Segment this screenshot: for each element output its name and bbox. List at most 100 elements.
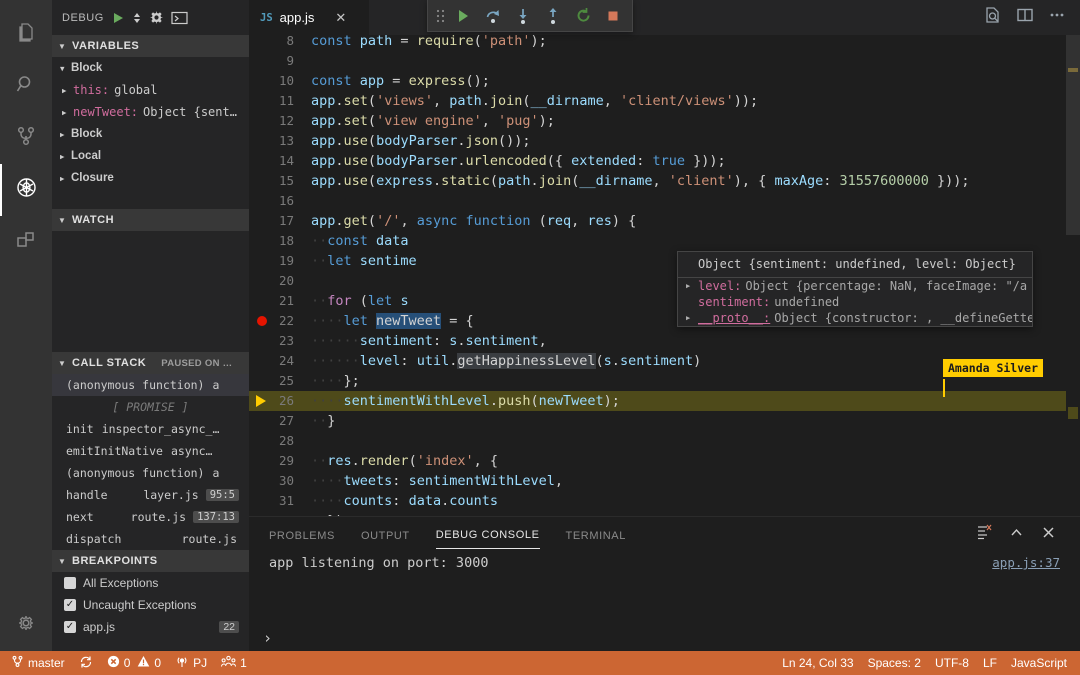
line-number-gutter[interactable]: 29 (249, 451, 311, 471)
call-stack-row[interactable]: init inspector_async_… (52, 418, 249, 440)
editor-tab-app-js[interactable]: JS app.js ✕ (249, 0, 369, 35)
code-line[interactable]: 29 ··res.render('index', { (249, 451, 1080, 471)
code-line[interactable]: 28 (249, 431, 1080, 451)
debug-config-dropdown[interactable] (132, 11, 142, 25)
line-number-gutter[interactable]: 20 (249, 271, 311, 291)
line-number-gutter[interactable]: 32 (249, 511, 311, 516)
status-eol[interactable]: LF (976, 651, 1004, 675)
call-stack-row[interactable]: next route.js 137:13 (52, 506, 249, 528)
checkbox-checked-icon[interactable]: ✓ (64, 599, 76, 611)
line-number-gutter[interactable]: 23 (249, 331, 311, 351)
line-number-gutter[interactable]: 22 (249, 311, 311, 331)
section-header-call-stack[interactable]: ▼ CALL STACK PAUSED ON … (52, 352, 249, 374)
line-number-gutter[interactable]: 31 (249, 491, 311, 511)
tab-output[interactable]: OUTPUT (361, 521, 410, 549)
activity-item-manage[interactable] (0, 599, 52, 651)
call-stack-row[interactable]: emitInitNative async… (52, 440, 249, 462)
stop-button[interactable] (598, 1, 628, 31)
activity-item-explorer[interactable] (0, 8, 52, 60)
activity-item-search[interactable] (0, 60, 52, 112)
chevron-right-icon[interactable]: ▶ (686, 282, 698, 290)
tab-problems[interactable]: PROBLEMS (269, 521, 335, 549)
chevron-right-icon[interactable]: ▶ (686, 314, 698, 322)
ellipsis-icon[interactable] (1048, 6, 1066, 29)
line-number-gutter[interactable]: 11 (249, 91, 311, 111)
minimap[interactable] (1066, 35, 1080, 516)
line-number-gutter[interactable]: 26 (249, 391, 311, 411)
activity-item-source-control[interactable] (0, 112, 52, 164)
activity-item-extensions[interactable] (0, 216, 52, 268)
split-editor-icon[interactable] (1016, 6, 1034, 29)
line-number-gutter[interactable]: 12 (249, 111, 311, 131)
checkbox-unchecked-icon[interactable] (64, 577, 76, 589)
code-line[interactable]: 31 ····counts: data.counts (249, 491, 1080, 511)
line-number-gutter[interactable]: 8 (249, 35, 311, 51)
line-number-gutter[interactable]: 17 (249, 211, 311, 231)
chevron-up-icon[interactable] (1009, 525, 1024, 545)
breakpoint-dot-icon[interactable] (257, 316, 267, 326)
restart-button[interactable] (568, 1, 598, 31)
line-number-gutter[interactable]: 18 (249, 231, 311, 251)
tree-row[interactable]: ▼ Block (52, 57, 249, 79)
line-number-gutter[interactable]: 10 (249, 71, 311, 91)
tree-row[interactable]: ▶ Block (52, 123, 249, 145)
breakpoint-row[interactable]: All Exceptions (52, 572, 249, 594)
clear-icon[interactable] (976, 524, 992, 545)
close-icon[interactable] (1041, 525, 1056, 545)
step-out-button[interactable] (538, 1, 568, 31)
code-line[interactable]: 27 ··} (249, 411, 1080, 431)
code-line[interactable]: 15 app.use(express.static(path.join(__dir… (249, 171, 1080, 191)
code-editor[interactable]: 8 const path = require('path'); 9 10 const a… (249, 35, 1080, 516)
code-line[interactable]: 11 app.set('views', path.join(__dirname, … (249, 91, 1080, 111)
call-stack-list[interactable]: (anonymous function) a [ PROMISE ] init … (52, 374, 249, 550)
watch-list[interactable] (52, 231, 249, 352)
tree-row[interactable]: ▶ newTweet: Object {sent… (52, 101, 249, 123)
status-language-mode[interactable]: JavaScript (1004, 651, 1074, 675)
status-encoding[interactable]: UTF-8 (928, 651, 976, 675)
call-stack-row[interactable]: (anonymous function) a (52, 462, 249, 484)
line-number-gutter[interactable]: 13 (249, 131, 311, 151)
drag-grip-icon[interactable] (432, 8, 448, 24)
open-debug-console-button[interactable] (171, 11, 188, 25)
line-number-gutter[interactable]: 14 (249, 151, 311, 171)
step-into-button[interactable] (508, 1, 538, 31)
status-branch[interactable]: master (4, 651, 72, 675)
line-number-gutter[interactable]: 9 (249, 51, 311, 71)
code-line[interactable]: 26 ····sentimentWithLevel.push(newTweet); (249, 391, 1080, 411)
code-line[interactable]: 14 app.use(bodyParser.urlencoded({ extend… (249, 151, 1080, 171)
code-line[interactable]: 16 (249, 191, 1080, 211)
code-line[interactable]: 30 ····tweets: sentimentWithLevel, (249, 471, 1080, 491)
console-source-link[interactable]: app.js:37 (992, 552, 1060, 574)
debug-floating-toolbar[interactable] (427, 0, 633, 32)
line-number-gutter[interactable]: 21 (249, 291, 311, 311)
status-liveshare[interactable]: PJ (168, 651, 214, 675)
tree-row[interactable]: ▶ Closure (52, 167, 249, 189)
variables-tree[interactable]: ▼ Block ▶ this: global ▶ newTweet: Objec… (52, 57, 249, 209)
line-number-gutter[interactable]: 28 (249, 431, 311, 451)
status-participants[interactable]: 1 (214, 651, 254, 675)
code-line[interactable]: 10 const app = express(); (249, 71, 1080, 91)
tab-terminal[interactable]: TERMINAL (566, 521, 626, 549)
line-number-gutter[interactable]: 27 (249, 411, 311, 431)
line-number-gutter[interactable]: 30 (249, 471, 311, 491)
call-stack-row[interactable]: (anonymous function) a (52, 374, 249, 396)
status-cursor-position[interactable]: Ln 24, Col 33 (775, 651, 860, 675)
checkbox-checked-icon[interactable]: ✓ (64, 621, 76, 633)
breakpoint-row[interactable]: ✓ Uncaught Exceptions (52, 594, 249, 616)
activity-item-debug[interactable] (0, 164, 52, 216)
line-number-gutter[interactable]: 15 (249, 171, 311, 191)
breakpoint-row[interactable]: ✓ app.js 22 (52, 616, 249, 638)
status-warnings[interactable]: 0 (137, 651, 168, 675)
close-icon[interactable]: ✕ (335, 10, 346, 26)
line-number-gutter[interactable]: 19 (249, 251, 311, 271)
section-header-variables[interactable]: ▼ VARIABLES (52, 35, 249, 57)
step-over-button[interactable] (478, 1, 508, 31)
code-line[interactable]: 13 app.use(bodyParser.json()); (249, 131, 1080, 151)
tree-row[interactable]: ▶ Local (52, 145, 249, 167)
tooltip-row[interactable]: ▶ level: Object {percentage: NaN, faceIm… (678, 278, 1032, 294)
debug-console-body[interactable]: app listening on port: 3000 app.js:37 › (249, 552, 1080, 651)
code-line[interactable]: 8 const path = require('path'); (249, 35, 1080, 51)
code-line[interactable]: 23 ······sentiment: s.sentiment, (249, 331, 1080, 351)
section-header-watch[interactable]: ▼ WATCH (52, 209, 249, 231)
status-errors[interactable]: 0 (100, 651, 138, 675)
